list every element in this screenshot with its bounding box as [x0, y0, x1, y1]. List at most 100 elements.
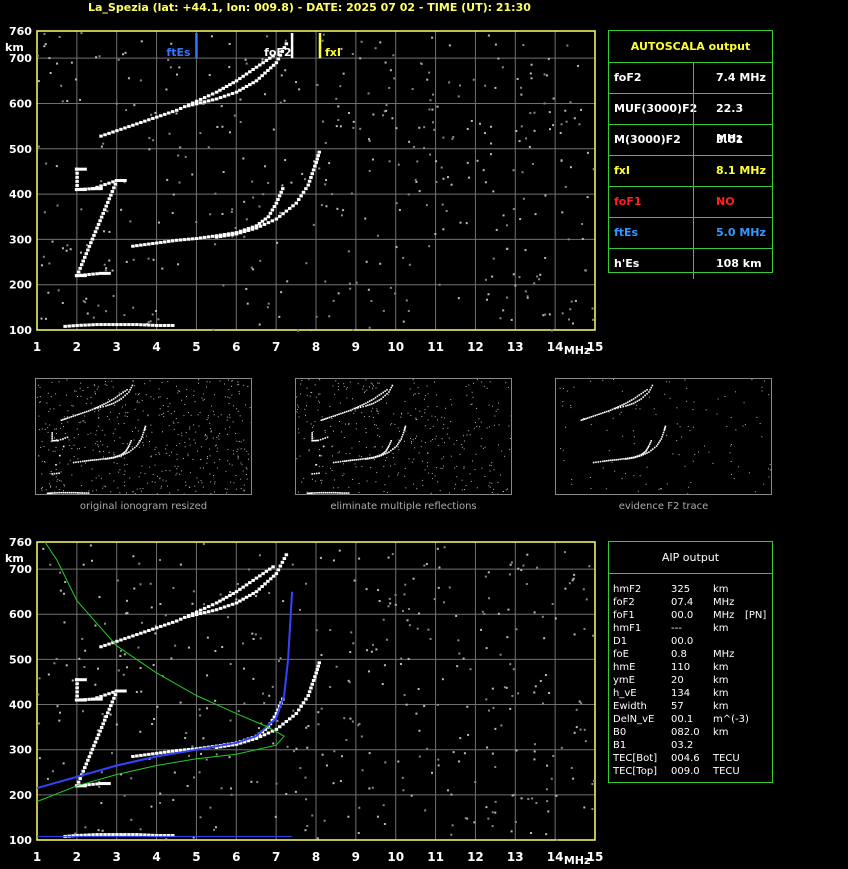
echo-point: [638, 399, 641, 401]
echo-point: [135, 445, 138, 447]
echo-point: [605, 410, 608, 413]
echo-point: [139, 323, 143, 327]
noise-dot: [49, 424, 51, 426]
echo-point: [386, 392, 388, 395]
noise-dot: [216, 467, 218, 469]
noise-dot: [129, 477, 131, 479]
noise-dot: [54, 428, 56, 430]
echo-point: [355, 458, 358, 461]
noise-dot: [424, 409, 426, 411]
noise-dot: [174, 410, 176, 412]
noise-dot: [230, 787, 233, 790]
noise-dot: [590, 380, 592, 382]
noise-dot: [167, 58, 170, 61]
noise-dot: [324, 280, 327, 283]
noise-dot: [267, 302, 270, 305]
noise-dot: [364, 390, 366, 392]
noise-dot: [132, 306, 135, 309]
noise-dot: [280, 291, 283, 294]
noise-dot: [147, 257, 150, 260]
echo-point: [648, 451, 650, 453]
echo-point: [279, 190, 283, 194]
noise-dot: [518, 276, 521, 279]
noise-dot: [509, 707, 512, 710]
noise-dot: [123, 653, 126, 656]
noise-dot: [198, 382, 200, 384]
echo-point: [107, 401, 109, 404]
noise-dot: [606, 429, 608, 431]
echo-point: [62, 418, 64, 421]
noise-dot: [98, 410, 100, 412]
noise-dot: [524, 249, 527, 252]
noise-dot: [666, 483, 668, 485]
noise-dot: [524, 290, 527, 293]
echo-point: [110, 399, 113, 401]
noise-dot: [442, 465, 444, 467]
noise-dot: [96, 440, 98, 442]
noise-dot: [372, 407, 374, 409]
param-label: foF1: [614, 195, 642, 208]
noise-dot: [94, 683, 97, 686]
echo-point: [619, 458, 621, 461]
noise-dot: [84, 301, 87, 304]
noise-dot: [373, 385, 375, 387]
noise-dot: [133, 587, 136, 590]
echo-point: [103, 833, 107, 837]
noise-dot: [383, 465, 385, 467]
noise-dot: [497, 408, 499, 410]
aip-row: B0 082.0 km: [609, 726, 772, 739]
noise-dot: [561, 312, 564, 315]
echo-point: [230, 233, 235, 237]
echo-point: [97, 407, 99, 409]
noise-dot: [154, 632, 157, 635]
noise-dot: [569, 166, 572, 169]
noise-dot: [297, 406, 299, 408]
param-label: ftEs: [614, 226, 639, 239]
echo-point: [617, 458, 620, 461]
param-value: NO: [693, 187, 773, 217]
noise-dot: [133, 439, 135, 441]
noise-dot: [59, 404, 61, 406]
noise-dot: [237, 410, 239, 412]
echo-point: [66, 417, 69, 419]
noise-dot: [278, 315, 281, 318]
noise-dot: [229, 719, 232, 722]
noise-dot: [510, 830, 513, 833]
noise-dot: [94, 624, 97, 627]
noise-dot: [152, 258, 155, 261]
noise-dot: [268, 694, 271, 697]
noise-dot: [571, 579, 574, 582]
noise-dot: [229, 463, 231, 465]
noise-dot: [491, 825, 494, 828]
noise-dot: [237, 455, 239, 457]
echo-point: [60, 491, 63, 494]
noise-dot: [99, 408, 101, 410]
noise-dot: [352, 329, 355, 332]
noise-dot: [581, 237, 584, 240]
noise-dot: [307, 725, 310, 728]
noise-dot: [743, 402, 745, 404]
echo-point: [342, 460, 344, 463]
noise-dot: [59, 589, 62, 592]
noise-dot: [96, 667, 99, 670]
echo-point: [380, 392, 383, 395]
echo-point: [65, 417, 67, 420]
echo-point: [230, 92, 235, 96]
echo-point: [80, 492, 82, 494]
noise-dot: [105, 486, 107, 488]
noise-dot: [243, 484, 245, 486]
noise-dot: [319, 379, 321, 381]
echo-point: [226, 604, 231, 608]
noise-dot: [125, 492, 127, 494]
noise-dot: [351, 447, 353, 449]
noise-dot: [87, 386, 89, 388]
echo-point: [304, 187, 308, 191]
noise-dot: [531, 162, 534, 165]
echo-point: [89, 459, 92, 462]
echo-point: [80, 412, 82, 415]
noise-dot: [769, 469, 771, 471]
noise-dot: [684, 379, 686, 381]
aip-unit: MHz: [713, 649, 735, 660]
noise-dot: [414, 393, 416, 395]
noise-dot: [188, 486, 190, 488]
